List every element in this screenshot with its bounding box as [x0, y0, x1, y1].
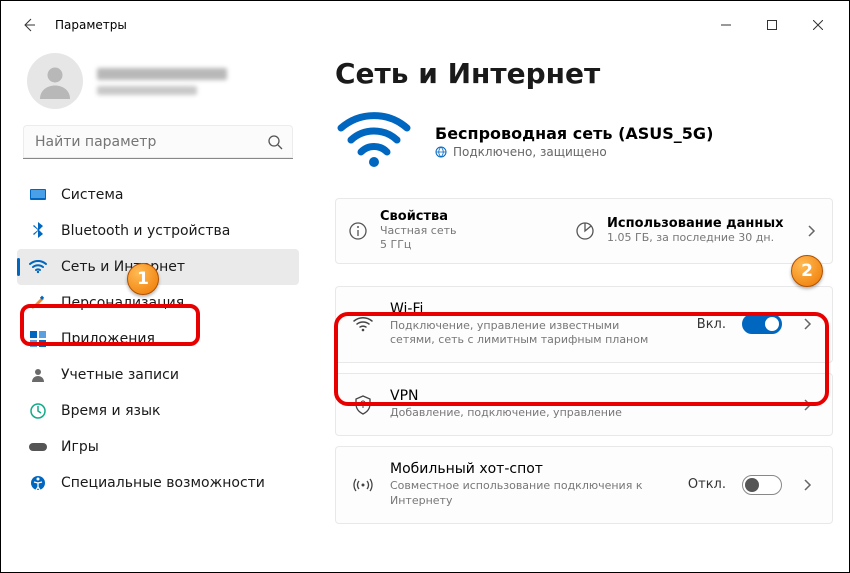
window-controls — [703, 9, 841, 41]
arrow-left-icon — [21, 17, 37, 33]
minimize-button[interactable] — [703, 9, 749, 41]
maximize-button[interactable] — [749, 9, 795, 41]
sidebar-item-time-language[interactable]: Время и язык — [17, 393, 299, 429]
sidebar-item-label: Сеть и Интернет — [61, 259, 185, 275]
brush-icon — [29, 294, 47, 312]
titlebar: Параметры — [1, 1, 849, 49]
sidebar-item-bluetooth[interactable]: Bluetooth и устройства — [17, 213, 299, 249]
apps-icon — [29, 330, 47, 348]
avatar — [27, 53, 83, 109]
sidebar-item-system[interactable]: Система — [17, 177, 299, 213]
hotspot-title: Мобильный хот-спот — [390, 461, 672, 477]
user-name-redacted — [97, 68, 227, 95]
wifi-state: Вкл. — [697, 317, 726, 332]
globe-small-icon — [435, 146, 447, 158]
data-usage-sub: 1.05 ГБ, за последние 30 дн. — [607, 231, 784, 245]
wifi-icon — [352, 316, 374, 332]
back-button[interactable] — [9, 5, 49, 45]
sidebar-item-label: Система — [61, 187, 123, 203]
properties-title: Свойства — [380, 209, 457, 224]
properties-cell[interactable]: Свойства Частная сеть 5 ГГц — [348, 209, 567, 253]
data-usage-title: Использование данных — [607, 216, 784, 231]
chevron-right-icon — [798, 478, 816, 492]
wifi-icon — [29, 258, 47, 276]
bluetooth-icon — [29, 222, 47, 240]
info-icon — [348, 221, 368, 241]
network-name: Беспроводная сеть (ASUS_5G) — [435, 124, 713, 143]
network-status: Подключено, защищено — [435, 145, 713, 159]
network-hero: Беспроводная сеть (ASUS_5G) Подключено, … — [335, 112, 833, 170]
hotspot-toggle[interactable] — [742, 475, 782, 495]
sidebar-item-personalization[interactable]: Персонализация — [17, 285, 299, 321]
person-icon — [37, 63, 73, 99]
vpn-sub: Добавление, подключение, управление — [390, 406, 650, 421]
accounts-icon — [29, 366, 47, 384]
hotspot-state: Откл. — [688, 477, 726, 492]
globe-clock-icon — [29, 402, 47, 420]
sidebar-item-label: Bluetooth и устройства — [61, 223, 230, 239]
sidebar-item-label: Игры — [61, 439, 99, 455]
data-usage-cell[interactable]: Использование данных 1.05 ГБ, за последн… — [575, 216, 794, 245]
sidebar-item-apps[interactable]: Приложения — [17, 321, 299, 357]
wifi-large-icon — [335, 112, 413, 170]
monitor-icon — [29, 186, 47, 204]
page-title: Сеть и Интернет — [335, 57, 833, 90]
user-block[interactable] — [27, 53, 289, 109]
vpn-title: VPN — [390, 388, 782, 404]
sidebar-item-accounts[interactable]: Учетные записи — [17, 357, 299, 393]
chevron-right-icon — [802, 224, 820, 238]
quick-stats-row[interactable]: Свойства Частная сеть 5 ГГц Использовани… — [335, 198, 833, 264]
search-box[interactable] — [23, 125, 293, 159]
shield-icon — [352, 395, 374, 415]
wifi-sub: Подключение, управление известными сетям… — [390, 319, 650, 349]
sidebar-item-gaming[interactable]: Игры — [17, 429, 299, 465]
sidebar-item-label: Приложения — [61, 331, 155, 347]
chevron-right-icon — [798, 317, 816, 331]
marker-1: 1 — [127, 263, 159, 295]
marker-2: 2 — [791, 255, 823, 287]
properties-sub: Частная сеть 5 ГГц — [380, 224, 457, 253]
wifi-title: Wi-Fi — [390, 301, 681, 317]
sidebar-item-label: Персонализация — [61, 295, 184, 311]
window-title: Параметры — [55, 18, 127, 32]
sidebar-item-label: Учетные записи — [61, 367, 179, 383]
sidebar-item-label: Время и язык — [61, 403, 160, 419]
pie-icon — [575, 221, 595, 241]
main-panel: Сеть и Интернет Беспроводная сеть (ASUS_… — [311, 49, 849, 572]
sidebar-item-label: Специальные возможности — [61, 475, 265, 491]
gamepad-icon — [29, 438, 47, 456]
wifi-card[interactable]: Wi-Fi Подключение, управление известными… — [335, 286, 833, 364]
hotspot-card[interactable]: Мобильный хот-спот Совместное использова… — [335, 446, 833, 524]
accessibility-icon — [29, 474, 47, 492]
close-button[interactable] — [795, 9, 841, 41]
hotspot-icon — [352, 476, 374, 494]
nav-list: Система Bluetooth и устройства Сеть и Ин… — [17, 177, 299, 501]
hotspot-sub: Совместное использование подключения к И… — [390, 479, 650, 509]
vpn-card[interactable]: VPN Добавление, подключение, управление — [335, 373, 833, 436]
wifi-toggle[interactable] — [742, 314, 782, 334]
chevron-right-icon — [798, 398, 816, 412]
search-input[interactable] — [23, 125, 293, 159]
sidebar: Система Bluetooth и устройства Сеть и Ин… — [1, 49, 311, 572]
sidebar-item-accessibility[interactable]: Специальные возможности — [17, 465, 299, 501]
search-icon — [267, 134, 283, 150]
